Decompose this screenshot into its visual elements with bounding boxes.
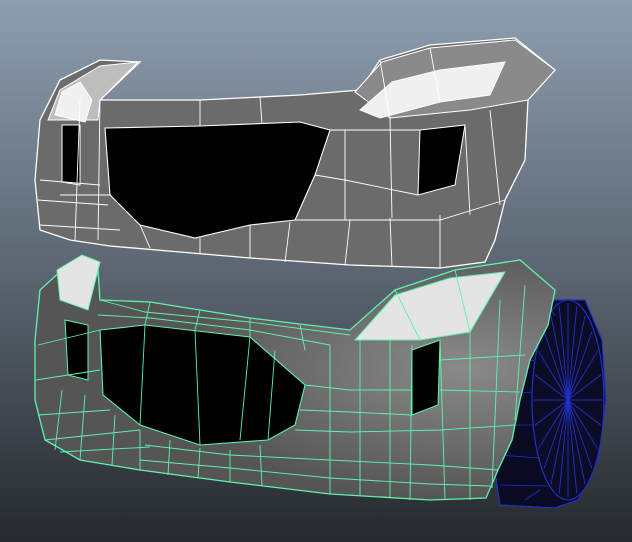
lower-left-vent (64, 319, 89, 381)
maya-viewport[interactable] (0, 0, 632, 542)
viewport-canvas[interactable] (0, 0, 632, 542)
lower-right-vent (411, 339, 441, 416)
